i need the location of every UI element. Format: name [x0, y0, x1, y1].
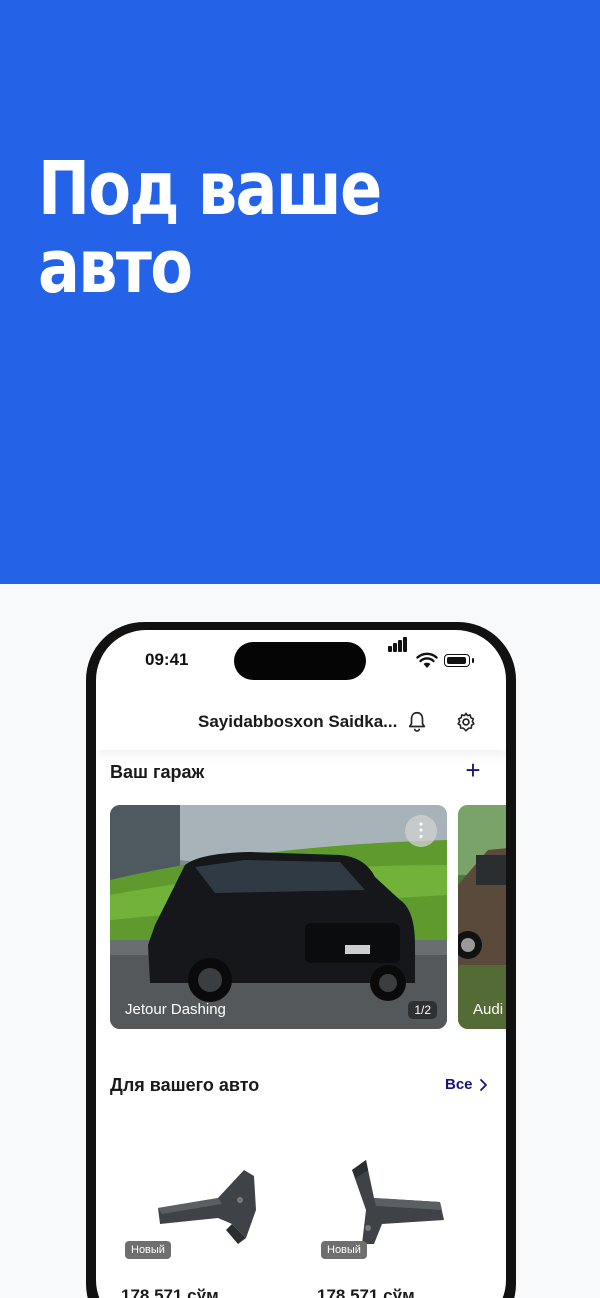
hero-title: Под ваше авто — [38, 146, 382, 310]
status-icons — [388, 637, 478, 670]
product-image — [158, 1170, 256, 1244]
product-price: 178 571 сўм — [317, 1286, 415, 1298]
garage-title: Ваш гараж — [110, 762, 205, 782]
battery-tip — [472, 658, 474, 663]
new-badge: Новый — [125, 1241, 171, 1259]
car-photo-jetour — [110, 805, 447, 1029]
car-name: Jetour Dashing — [125, 1001, 226, 1018]
hero-banner: Под ваше авто — [0, 0, 600, 584]
product-price: 178 571 сўм — [121, 1286, 219, 1298]
car-card-jetour[interactable]: ⋮ Jetour Dashing 1/2 — [110, 805, 447, 1029]
app-screen: 09:41 Sayidabbosxon Saidka... Ваш гараж … — [96, 630, 506, 1298]
add-car-button[interactable]: + — [462, 756, 484, 784]
product-image — [352, 1160, 444, 1244]
photo-counter: 1/2 — [408, 1001, 437, 1019]
user-name[interactable]: Sayidabbosxon Saidka... — [198, 712, 404, 732]
new-badge: Новый — [321, 1241, 367, 1259]
battery-icon — [444, 654, 470, 667]
car-card-audi[interactable]: Audi — [458, 805, 506, 1029]
chevron-right-icon[interactable] — [478, 1078, 490, 1092]
product-card[interactable]: Новый 178 571 сўм — [312, 1120, 492, 1298]
see-all-link[interactable]: Все — [445, 1076, 473, 1093]
status-time: 09:41 — [145, 650, 189, 669]
bell-icon[interactable] — [406, 710, 428, 732]
product-card[interactable]: Новый 178 571 сўм — [116, 1120, 296, 1298]
gear-icon[interactable] — [455, 711, 477, 733]
for-your-car-title: Для вашего авто — [110, 1075, 260, 1095]
app-header: Sayidabbosxon Saidka... — [96, 694, 506, 750]
car-name-audi: Audi — [473, 1001, 504, 1018]
dynamic-island — [234, 642, 366, 680]
car-options-button[interactable]: ⋮ — [405, 815, 437, 847]
car-photo-audi — [458, 805, 506, 1029]
wifi-icon — [416, 652, 438, 668]
